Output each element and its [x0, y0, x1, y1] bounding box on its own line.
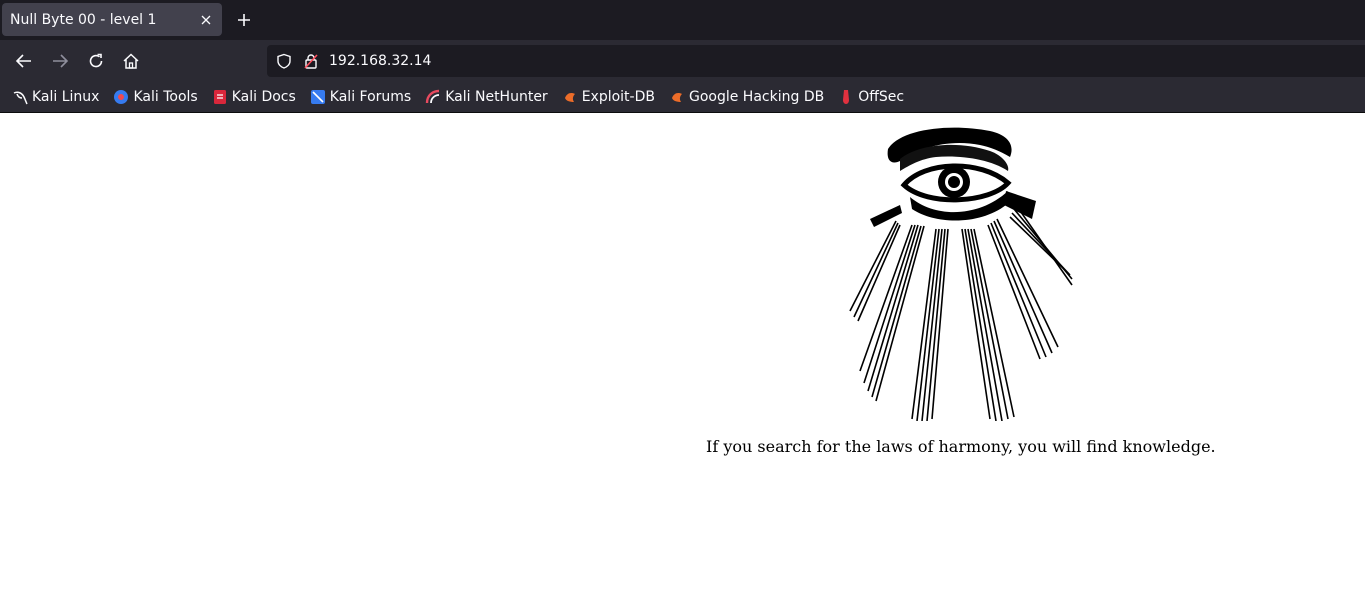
- bookmark-label: OffSec: [858, 89, 905, 105]
- kali-nethunter-icon: [425, 89, 441, 105]
- exploit-db-icon: [562, 89, 578, 105]
- reload-icon: [89, 53, 103, 68]
- reload-button[interactable]: [84, 49, 108, 73]
- arrow-right-icon: [53, 54, 69, 68]
- shield-icon[interactable]: [276, 53, 292, 73]
- arrow-left-icon: [15, 54, 31, 68]
- bookmark-label: Google Hacking DB: [688, 89, 825, 105]
- new-tab-button[interactable]: [232, 8, 256, 32]
- page-quote-text: If you search for the laws of harmony, y…: [706, 437, 1216, 456]
- all-seeing-eye-image: [849, 127, 1073, 421]
- bookmark-offsec[interactable]: OffSec: [836, 85, 906, 109]
- home-icon: [123, 53, 139, 69]
- page-content: If you search for the laws of harmony, y…: [0, 113, 1365, 611]
- kali-dragon-icon: [12, 89, 28, 105]
- offsec-icon: [838, 89, 854, 105]
- bookmark-label: Exploit-DB: [581, 89, 655, 105]
- exploit-db-icon: [669, 89, 685, 105]
- bookmark-kali-forums[interactable]: Kali Forums: [308, 85, 413, 109]
- home-button[interactable]: [119, 49, 143, 73]
- bookmark-label: Kali Linux: [32, 89, 100, 105]
- tab-title: Null Byte 00 - level 1: [10, 11, 157, 28]
- bookmark-kali-nethunter[interactable]: Kali NetHunter: [423, 85, 549, 109]
- forward-button[interactable]: [48, 49, 72, 73]
- kali-docs-icon: [212, 89, 228, 105]
- tab-active[interactable]: Null Byte 00 - level 1: [2, 3, 222, 36]
- bookmark-label: Kali NetHunter: [445, 89, 548, 105]
- bookmark-label: Kali Docs: [231, 89, 296, 105]
- bookmark-kali-linux[interactable]: Kali Linux: [10, 85, 101, 109]
- bookmark-exploit-db[interactable]: Exploit-DB: [560, 85, 657, 109]
- close-icon[interactable]: [198, 12, 214, 28]
- insecure-lock-icon[interactable]: [303, 53, 319, 73]
- bookmarks-toolbar: Kali Linux Kali Tools Kali Docs Kali For…: [0, 82, 1365, 113]
- plus-icon: [238, 14, 250, 26]
- kali-tools-icon: [113, 89, 129, 105]
- tab-strip: Null Byte 00 - level 1: [0, 0, 1365, 40]
- nav-toolbar: 192.168.32.14: [0, 40, 1365, 82]
- bookmark-google-hacking-db[interactable]: Google Hacking DB: [667, 85, 826, 109]
- url-bar[interactable]: 192.168.32.14: [267, 45, 1365, 77]
- browser-window: Null Byte 00 - level 1 192.168.32.14 Kal…: [0, 0, 1365, 611]
- bookmark-label: Kali Forums: [329, 89, 412, 105]
- bookmark-kali-docs[interactable]: Kali Docs: [210, 85, 298, 109]
- back-button[interactable]: [12, 49, 36, 73]
- bookmark-label: Kali Tools: [133, 89, 198, 105]
- bookmark-kali-tools[interactable]: Kali Tools: [111, 85, 199, 109]
- kali-forums-icon: [310, 89, 326, 105]
- url-text[interactable]: 192.168.32.14: [329, 53, 431, 69]
